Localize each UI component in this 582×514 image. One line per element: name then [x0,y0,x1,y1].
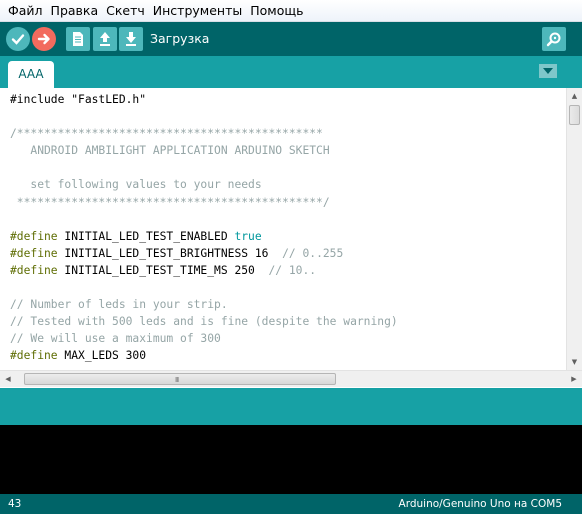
code-token: // 10.. [268,263,317,277]
menu-help[interactable]: Помощь [246,1,307,21]
code-token: true [234,229,262,243]
message-area [0,388,582,425]
code-line[interactable]: #define INITIAL_LED_TEST_ENABLED true [10,228,398,245]
code-line[interactable]: // Tested with 500 leds and is fine (des… [10,313,398,330]
console-output[interactable] [0,425,582,494]
upload-icon [37,33,50,45]
code-token: // Tested with 500 leds and is fine (des… [10,315,398,329]
new-icon [73,32,83,46]
save-icon [126,32,136,46]
menu-bar: Файл Правка Скетч Инструменты Помощь [0,0,582,22]
code-token: #define [10,263,58,277]
new-button[interactable] [66,27,90,51]
code-token: INITIAL_LED_TEST_ENABLED [57,229,235,243]
code-editor[interactable]: #include "FastLED.h" /******************… [0,88,566,370]
horizontal-scroll-thumb[interactable]: III [24,373,336,385]
tab-aaa[interactable]: AAA [8,61,54,88]
tab-menu-button[interactable] [539,64,557,78]
code-line[interactable]: #define INITIAL_LED_TEST_TIME_MS 250 // … [10,262,398,279]
code-token: /***************************************… [10,127,323,141]
code-token: ANDROID AMBILIGHT APPLICATION ARDUINO SK… [10,144,330,158]
scroll-left-icon[interactable]: ◀ [0,371,16,387]
code-token: #define [10,349,58,363]
line-number: 43 [8,498,22,510]
horizontal-scrollbar[interactable]: ◀ III ▶ [0,370,582,387]
code-token: // We will use a maximum of 300 [10,332,221,346]
chevron-down-icon [543,68,553,74]
tab-bar: AAA [0,56,582,88]
open-icon [100,32,110,46]
code-line[interactable]: #define MAX_LEDS 300 [10,347,398,364]
verify-icon [11,34,25,45]
status-bar: 43 Arduino/Genuino Uno на COM5 [0,494,582,514]
code-token: INITIAL_LED_TEST_TIME_MS 250 [57,263,269,277]
menu-file[interactable]: Файл [4,1,47,21]
serial-monitor-icon [546,32,561,47]
open-button[interactable] [93,27,117,51]
save-button[interactable] [119,27,143,51]
code-token: #define [10,246,58,260]
vertical-scrollbar[interactable]: ▲ ▼ [566,88,582,370]
scroll-up-icon[interactable]: ▲ [567,88,582,104]
board-port-label: Arduino/Genuino Uno на COM5 [398,498,562,510]
scroll-right-icon[interactable]: ▶ [566,371,582,387]
serial-monitor-button[interactable] [542,27,566,51]
scroll-down-icon[interactable]: ▼ [567,354,582,370]
code-line[interactable]: // Number of leds in your strip. [10,296,398,313]
code-token: set following values to your needs [10,178,262,192]
code-text[interactable]: #include "FastLED.h" /******************… [10,91,398,365]
vertical-scroll-thumb[interactable] [569,105,580,125]
code-line[interactable]: /***************************************… [10,125,398,142]
code-line[interactable] [10,108,398,125]
code-token: INITIAL_LED_TEST_BRIGHTNESS 16 [57,246,283,260]
menu-edit[interactable]: Правка [47,1,103,21]
code-line[interactable]: ANDROID AMBILIGHT APPLICATION ARDUINO SK… [10,142,398,159]
toolbar: Загрузка [0,22,582,56]
code-token: #include "FastLED.h" [10,93,147,106]
code-line[interactable]: #define INITIAL_LED_TEST_BRIGHTNESS 16 /… [10,245,398,262]
scroll-grip: III [175,376,179,384]
verify-button[interactable] [6,27,30,51]
menu-tools[interactable]: Инструменты [149,1,246,21]
code-line[interactable]: #include "FastLED.h" [10,91,398,108]
code-line[interactable] [10,211,398,228]
code-token: // Number of leds in your strip. [10,298,228,312]
upload-button[interactable] [32,27,56,51]
code-line[interactable]: set following values to your needs [10,176,398,193]
code-line[interactable] [10,159,398,176]
menu-sketch[interactable]: Скетч [102,1,149,21]
code-line[interactable]: ****************************************… [10,194,398,211]
code-line[interactable]: // We will use a maximum of 300 [10,330,398,347]
code-token: MAX_LEDS 300 [57,349,147,363]
code-token: ****************************************… [10,195,330,209]
code-line[interactable] [10,279,398,296]
toolbar-status-label: Загрузка [150,31,210,46]
code-token: #define [10,229,58,243]
code-token: // 0..255 [282,246,344,260]
